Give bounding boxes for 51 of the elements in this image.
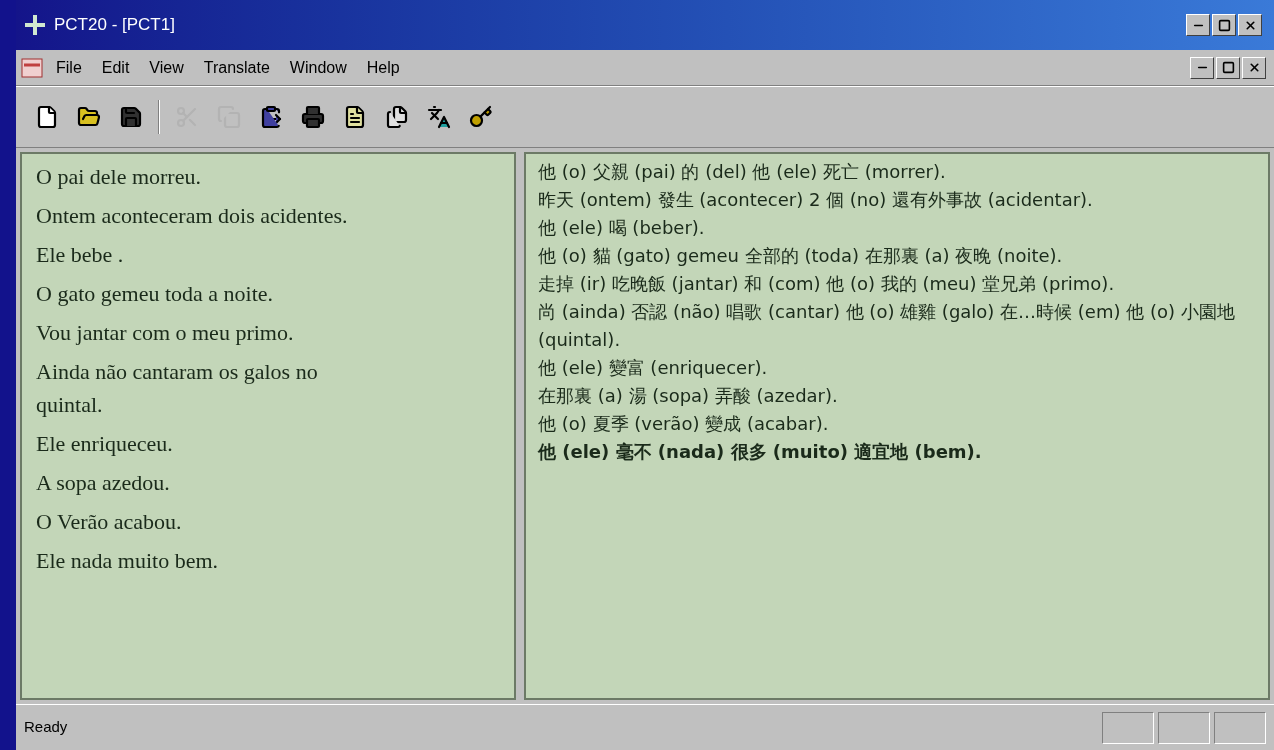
source-sentence: A sopa azedou. (36, 469, 170, 497)
source-sentence: Ele enriqueceu. (36, 430, 173, 458)
new-file-icon (35, 105, 59, 129)
document-icon (20, 56, 44, 79)
source-sentence: Ele bebe . (36, 241, 124, 269)
status-text: Ready (24, 717, 69, 738)
source-sentence: Ele nada muito bem. (36, 547, 219, 575)
key-icon (469, 105, 493, 129)
status-panel (1102, 711, 1154, 744)
translated-sentence: 尚 (ainda) 否認 (não) 唱歌 (cantar) 他 (o) 雄雞 (galo) 在…時候 (em) 他 (o) 小園地 (quintal). (538, 300, 1236, 352)
status-panel (1214, 711, 1266, 744)
close-button[interactable] (1238, 14, 1262, 36)
status-panel (1158, 711, 1210, 744)
source-sentence: O gato gemeu toda a noite. (36, 280, 274, 308)
minimize-button[interactable] (1190, 56, 1214, 79)
menu-item[interactable]: Window (281, 55, 355, 80)
translated-sentence: 他 (o) 貓 (gato) gemeu 全部的 (toda) 在那裏 (a) 夜晚 (noite). (538, 244, 1064, 268)
source-sentence: O Verão acabou. (36, 508, 182, 536)
source-sentence: Ainda não cantaram os galos no quintal. (36, 358, 319, 419)
translated-sentence: 他 (o) 父親 (pai) 的 (del) 他 (ele) 死亡 (morrer). (538, 160, 947, 184)
menu-item[interactable]: File (48, 55, 90, 80)
maximize-icon (1221, 61, 1235, 74)
maximize-button[interactable] (1212, 14, 1236, 36)
translated-sentence: 他 (ele) 毫不 (nada) 很多 (muito) 適宜地 (bem). (538, 440, 983, 464)
translated-sentence: 他 (ele) 喝 (beber). (538, 216, 706, 240)
menu-item[interactable]: Translate (195, 55, 278, 80)
printer-icon (301, 105, 325, 129)
close-button[interactable] (1242, 56, 1266, 79)
maximize-icon (1217, 18, 1231, 32)
restore-button[interactable] (1216, 56, 1240, 79)
translated-sentence: 走掉 (ir) 吃晚飯 (jantar) 和 (com) 他 (o) 我的 (meu) 堂兄弟 (primo). (538, 272, 1116, 296)
translated-sentence: 昨天 (ontem) 發生 (acontecer) 2 個 (no) 還有外事故 (acidentar). (538, 188, 1094, 212)
close-icon (1243, 18, 1257, 32)
source-sentence: Ontem aconteceram dois acidentes. (36, 202, 348, 230)
close-icon (1247, 61, 1261, 74)
document-icon (343, 105, 367, 129)
app-icon (24, 14, 46, 36)
translate-icon (427, 105, 451, 129)
menu-item[interactable]: Help (358, 55, 408, 80)
source-sentence: O pai dele morreu. (36, 163, 201, 191)
menu-item[interactable]: Edit (93, 55, 138, 80)
window-title: PCT20 - [PCT1] (54, 14, 176, 37)
clipboard-icon (259, 105, 283, 129)
translated-sentence: 他 (ele) 變富 (enriquecer). (538, 356, 769, 380)
menu-item[interactable]: View (141, 55, 192, 80)
translated-sentence: 在那裏 (a) 湯 (sopa) 弄酸 (azedar). (538, 384, 839, 408)
folder-icon (77, 105, 101, 129)
minimize-button[interactable] (1186, 14, 1210, 36)
translated-sentence: 他 (o) 夏季 (verão) 變成 (acabar). (538, 412, 830, 436)
source-sentence: Vou jantar com o meu primo. (36, 319, 294, 347)
pages-icon (385, 105, 409, 129)
